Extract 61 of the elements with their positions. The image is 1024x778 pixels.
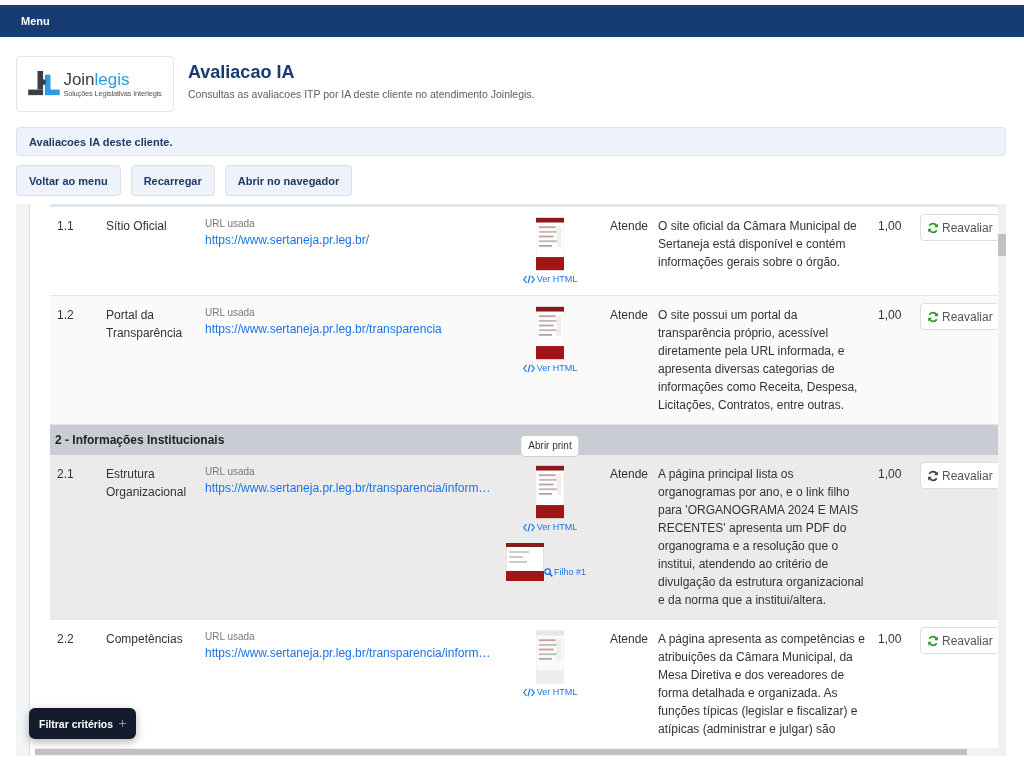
- reevaluate-button[interactable]: Reavaliar: [920, 214, 1000, 241]
- scrollbar[interactable]: [35, 748, 1006, 756]
- code-icon: [522, 363, 535, 373]
- code-icon: [522, 274, 535, 284]
- filter-button[interactable]: Filtrar critérios: [29, 708, 137, 739]
- criterion-name: Estrutura Organizacional: [106, 466, 188, 501]
- code-icon: [522, 687, 535, 697]
- criterion-name: Competências: [106, 631, 184, 648]
- criterion-name: Sítio Oficial: [106, 218, 168, 235]
- criterion-number: 2.1: [57, 466, 75, 483]
- table-row[interactable]: [50, 296, 998, 425]
- description-text: O site possui um portal da transparência próprio, acessível diretamente pela URL informada, e apresenta diversas categorias de informações como Receita, Despesa, Licitações, Contratos, entre outras.: [658, 307, 859, 414]
- criterion-name: Portal da Transparência: [106, 307, 184, 342]
- score-text: 1,00: [877, 466, 903, 483]
- child-print-link[interactable]: Filho #1: [544, 563, 586, 581]
- url-link[interactable]: https://www.sertaneja.pr.leg.br/transparencia: [205, 320, 510, 338]
- reevaluate-button[interactable]: Reavaliar: [920, 462, 1000, 489]
- url-link[interactable]: https://www.sertaneja.pr.leg.br/transparencia/inform…: [205, 479, 510, 497]
- url-link[interactable]: https://www.sertaneja.pr.leg.br/: [205, 231, 510, 249]
- plus-icon: [119, 720, 127, 727]
- description-text: A página principal lista os organogramas por ano, e o link filho para 'ORGANOGRAMA 2024 E MAIS RECENTES' apresenta um PDF do organograma e a resolução que o institui, atendendo ao critério de divulgação da estrutura organizacional e da norma que a institui/altera.: [658, 466, 865, 609]
- score-text: 1,00: [877, 631, 903, 648]
- view-html-link[interactable]: Ver HTML: [522, 521, 578, 533]
- reevaluate-button[interactable]: Reavaliar: [920, 627, 1000, 654]
- description-text: O site oficial da Câmara Municipal de Sertaneja está disponível e contém informações gerais sobre o órgão.: [658, 218, 858, 271]
- refresh-icon: [927, 634, 939, 647]
- refresh-icon: [927, 221, 939, 234]
- status-text: Atende: [610, 631, 650, 648]
- logo-mark-icon: [28, 71, 61, 97]
- code-icon: [522, 522, 535, 532]
- description-text: A página apresenta as competências e atribuições da Câmara Municipal, da Mesa Diretiva e dos vereadores de forma detalhada e organizada. As funções típicas (legislar e fiscalizar) e atípicas (administrar e julgar) são: [658, 631, 866, 738]
- view-html-link[interactable]: Ver HTML: [522, 273, 578, 285]
- menu-link[interactable]: Menu: [21, 15, 50, 27]
- search-icon: [544, 567, 553, 577]
- url-label: URL usada: [205, 465, 256, 479]
- score-text: 1,00: [877, 218, 903, 235]
- refresh-icon: [927, 310, 939, 323]
- url-label: URL usada: [205, 306, 256, 320]
- url-link[interactable]: https://www.sertaneja.pr.leg.br/transparencia/inform…: [205, 644, 510, 662]
- scrollbar[interactable]: [998, 204, 1006, 748]
- criterion-number: 1.1: [57, 218, 75, 235]
- refresh-icon: [927, 469, 939, 482]
- url-label: URL usada: [205, 217, 256, 231]
- url-label: URL usada: [205, 630, 256, 644]
- status-text: Atende: [610, 466, 650, 483]
- criterion-number: 1.2: [57, 307, 75, 324]
- page-title: Avaliacao IA: [188, 62, 296, 83]
- page-subtitle: Consultas as avaliacoes ITP por IA deste cliente no atendimento Joinlegis.: [188, 88, 535, 100]
- criterion-number: 2.2: [57, 631, 75, 648]
- view-html-link[interactable]: Ver HTML: [522, 686, 578, 698]
- status-text: Atende: [610, 307, 650, 324]
- score-text: 1,00: [877, 307, 903, 324]
- brand-name: Joinlegis: [63, 70, 131, 89]
- info-banner: Avaliacoes IA deste cliente.: [16, 127, 1006, 156]
- reevaluate-button[interactable]: Reavaliar: [920, 303, 1000, 330]
- action-button[interactable]: Voltar ao menu: [16, 165, 121, 196]
- action-button[interactable]: Recarregar: [130, 165, 215, 196]
- action-button[interactable]: Abrir no navegador: [224, 165, 353, 196]
- view-html-link[interactable]: Ver HTML: [522, 362, 578, 374]
- tooltip: Abrir print: [520, 435, 580, 457]
- status-text: Atende: [610, 218, 650, 235]
